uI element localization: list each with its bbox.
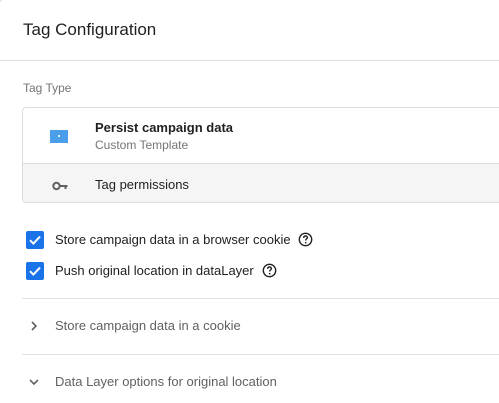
tag-type-box: Persist campaign data Custom Template Ta…	[22, 107, 499, 203]
chevron-right-icon	[31, 321, 38, 331]
push-location-checkbox[interactable]	[26, 262, 44, 280]
section-datalayer-options-label: Data Layer options for original location	[55, 374, 277, 389]
tag-permissions-row[interactable]: Tag permissions	[23, 163, 499, 202]
section-divider	[22, 354, 499, 355]
help-icon[interactable]	[262, 263, 277, 283]
help-icon[interactable]	[298, 232, 313, 252]
section-divider	[22, 298, 499, 299]
option-store-cookie: Store campaign data in a browser cookie	[26, 231, 326, 251]
custom-template-icon	[50, 130, 68, 143]
tag-permissions-label: Tag permissions	[95, 177, 189, 192]
option-push-location: Push original location in dataLayer	[26, 262, 326, 282]
tag-type-name: Persist campaign data	[95, 120, 233, 135]
chevron-down-icon	[29, 379, 39, 386]
title-divider	[0, 60, 499, 61]
section-store-cookie-label: Store campaign data in a cookie	[55, 318, 241, 333]
tag-type-subtitle: Custom Template	[95, 138, 189, 152]
store-cookie-label: Store campaign data in a browser cookie	[55, 232, 291, 247]
section-store-cookie-toggle[interactable]: Store campaign data in a cookie	[22, 314, 499, 338]
tag-type-label: Tag Type	[23, 81, 72, 95]
key-icon	[52, 178, 68, 196]
section-datalayer-options-toggle[interactable]: Data Layer options for original location	[22, 370, 499, 394]
tag-type-selector[interactable]: Persist campaign data Custom Template	[23, 108, 499, 163]
panel-title: Tag Configuration	[23, 20, 157, 39]
store-cookie-checkbox[interactable]	[26, 231, 44, 249]
tag-configuration-panel: Tag Configuration Tag Type Persist campa…	[0, 0, 499, 403]
checkmark-icon	[29, 266, 41, 277]
checkmark-icon	[29, 235, 41, 246]
push-location-label: Push original location in dataLayer	[55, 263, 254, 278]
